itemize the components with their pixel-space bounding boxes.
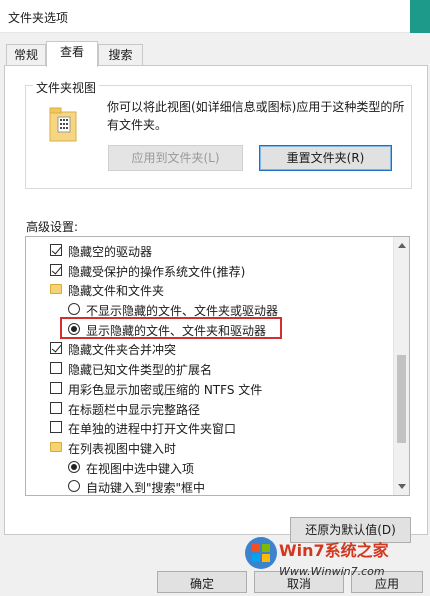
tab-general[interactable]: 常规: [6, 44, 46, 65]
apply-to-folders-button[interactable]: 应用到文件夹(L): [108, 145, 243, 171]
radio-icon[interactable]: [68, 480, 80, 493]
ok-button[interactable]: 确定: [157, 571, 247, 593]
advanced-setting-label: 在标题栏中显示完整路径: [68, 402, 201, 417]
advanced-setting-row: 隐藏文件和文件夹: [26, 280, 394, 300]
folder-icon: [50, 284, 62, 295]
advanced-setting-label: 自动键入到"搜索"框中: [86, 481, 206, 496]
tab-view[interactable]: 查看: [46, 41, 98, 67]
watermark-brand: Win7系统之家: [279, 541, 389, 560]
advanced-setting-row[interactable]: 隐藏受保护的操作系统文件(推荐): [26, 261, 394, 281]
advanced-setting-row[interactable]: 隐藏已知文件类型的扩展名: [26, 359, 394, 379]
advanced-setting-row[interactable]: 用彩色显示加密或压缩的 NTFS 文件: [26, 379, 394, 399]
watermark-url: Www.Winwin7.com: [279, 565, 385, 578]
radio-icon[interactable]: [68, 322, 80, 335]
checkbox-icon[interactable]: [50, 381, 62, 394]
folder-view-icon: [49, 107, 77, 142]
scroll-thumb[interactable]: [397, 355, 406, 443]
scroll-down-icon[interactable]: [398, 484, 406, 489]
radio-icon[interactable]: [68, 303, 80, 316]
advanced-setting-label: 隐藏受保护的操作系统文件(推荐): [68, 264, 246, 279]
advanced-setting-row[interactable]: 不显示隐藏的文件、文件夹或驱动器: [26, 300, 394, 320]
tab-strip: 常规 查看 搜索: [0, 41, 430, 67]
advanced-setting-label: 不显示隐藏的文件、文件夹或驱动器: [86, 304, 279, 319]
reset-folders-button[interactable]: 重置文件夹(R): [259, 145, 392, 171]
advanced-setting-row[interactable]: 在视图中选中键入项: [26, 458, 394, 478]
scroll-up-icon[interactable]: [398, 243, 406, 248]
watermark: Win7系统之家 Www.Winwin7.com: [243, 535, 430, 585]
advanced-setting-label: 隐藏文件夹合并冲突: [68, 343, 177, 358]
radio-icon[interactable]: [68, 460, 80, 473]
checkbox-icon[interactable]: [50, 401, 62, 414]
advanced-setting-row[interactable]: 自动键入到"搜索"框中: [26, 477, 394, 496]
title-bar: 文件夹选项: [0, 0, 430, 33]
advanced-setting-label: 用彩色显示加密或压缩的 NTFS 文件: [68, 382, 263, 397]
advanced-setting-label: 隐藏空的驱动器: [68, 245, 153, 259]
advanced-settings-items: 隐藏空的驱动器隐藏受保护的操作系统文件(推荐) 隐藏文件和文件夹不显示隐藏的文件、…: [26, 241, 394, 496]
close-button[interactable]: [410, 0, 430, 33]
window-title: 文件夹选项: [8, 11, 69, 25]
advanced-setting-row[interactable]: 隐藏文件夹合并冲突: [26, 339, 394, 359]
advanced-setting-label: 隐藏已知文件类型的扩展名: [68, 363, 213, 378]
folder-view-legend: 文件夹视图: [33, 79, 100, 96]
advanced-setting-row: 在列表视图中键入时: [26, 438, 394, 458]
windows-logo-icon: [245, 537, 277, 569]
vertical-scrollbar[interactable]: [393, 237, 409, 495]
advanced-setting-row[interactable]: 在标题栏中显示完整路径: [26, 399, 394, 419]
checkbox-icon[interactable]: [50, 244, 62, 256]
advanced-setting-row[interactable]: 隐藏空的驱动器: [26, 241, 394, 261]
advanced-settings-list: 隐藏空的驱动器隐藏受保护的操作系统文件(推荐) 隐藏文件和文件夹不显示隐藏的文件、…: [25, 236, 410, 496]
checkbox-icon[interactable]: [50, 362, 62, 375]
advanced-setting-row[interactable]: 显示隐藏的文件、文件夹和驱动器: [26, 320, 394, 340]
checkbox-icon[interactable]: [50, 342, 62, 355]
advanced-setting-label: 在视图中选中键入项: [86, 461, 195, 476]
checkbox-icon[interactable]: [50, 263, 62, 276]
folder-view-description: 你可以将此视图(如详细信息或图标)应用于这种类型的所有文件夹。: [107, 100, 405, 132]
folder-icon: [50, 441, 62, 452]
tab-search[interactable]: 搜索: [98, 44, 143, 65]
advanced-setting-label: 在列表视图中键入时: [68, 441, 177, 456]
advanced-setting-row[interactable]: 在单独的进程中打开文件夹窗口: [26, 418, 394, 438]
advanced-setting-label: 隐藏文件和文件夹: [68, 284, 165, 299]
advanced-setting-label: 显示隐藏的文件、文件夹和驱动器: [86, 323, 267, 338]
checkbox-icon[interactable]: [50, 421, 62, 434]
advanced-setting-label: 在单独的进程中打开文件夹窗口: [68, 422, 237, 437]
advanced-settings-label: 高级设置:: [26, 220, 79, 234]
